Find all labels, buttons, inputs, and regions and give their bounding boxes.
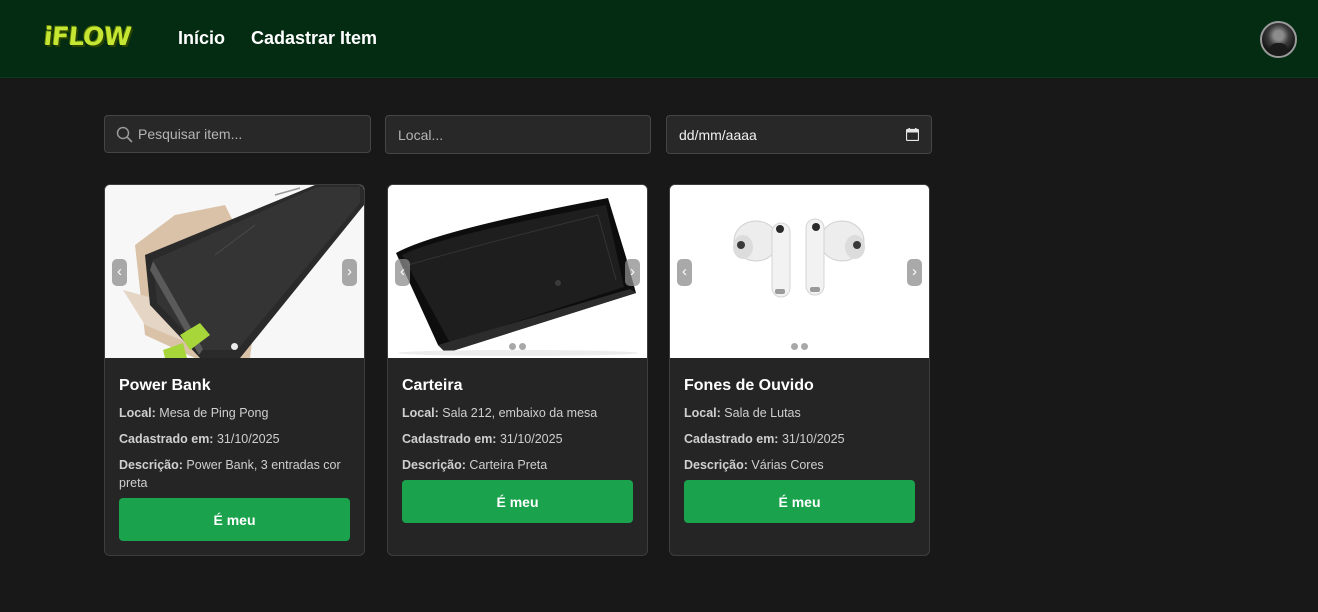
carousel-indicators — [388, 343, 647, 351]
item-card: ‹ › Power Bank Local: Mesa de Ping Pong … — [104, 184, 365, 556]
search-input[interactable] — [138, 116, 363, 152]
claim-item-button[interactable]: É meu — [119, 498, 350, 541]
local-value: Sala de Lutas — [724, 406, 801, 420]
item-description: Descrição: Carteira Preta — [402, 456, 634, 474]
registered-value: 31/10/2025 — [216, 432, 280, 446]
item-title: Carteira — [402, 377, 463, 394]
item-title: Power Bank — [119, 377, 211, 394]
local-label: Local: — [402, 406, 439, 420]
wallet-image — [388, 185, 647, 358]
carousel-dot[interactable] — [231, 343, 238, 350]
item-description: Descrição: Várias Cores — [684, 456, 916, 474]
earbuds-image — [670, 185, 929, 358]
carousel-prev-button[interactable]: ‹ — [395, 259, 410, 286]
description-label: Descrição: — [402, 458, 466, 472]
item-title: Fones de Ouvido — [684, 377, 814, 394]
carousel-dot[interactable] — [801, 343, 808, 350]
carousel-next-button[interactable]: › — [907, 259, 922, 286]
calendar-icon[interactable] — [906, 128, 919, 141]
carousel-dot[interactable] — [791, 343, 798, 350]
carousel-indicators — [105, 343, 364, 351]
description-value: Carteira Preta — [469, 458, 548, 472]
registered-label: Cadastrado em: — [684, 432, 779, 446]
item-local: Local: Sala de Lutas — [684, 404, 916, 422]
carousel-dot[interactable] — [519, 343, 526, 350]
item-registered: Cadastrado em: 31/10/2025 — [119, 430, 351, 448]
navbar: iFLOW Início Cadastrar Item — [0, 0, 1318, 78]
nav-link-home[interactable]: Início — [178, 28, 225, 49]
search-field — [104, 115, 371, 153]
carousel-indicators — [670, 343, 929, 351]
local-field — [385, 115, 651, 154]
date-field[interactable]: dd/mm/aaaa — [666, 115, 932, 154]
carousel-next-button[interactable]: › — [625, 259, 640, 286]
local-value: Sala 212, embaixo da mesa — [442, 406, 598, 420]
logo[interactable]: iFLOW — [42, 22, 132, 51]
claim-item-button[interactable]: É meu — [402, 480, 633, 523]
power-bank-image — [105, 185, 364, 358]
item-registered: Cadastrado em: 31/10/2025 — [402, 430, 634, 448]
description-label: Descrição: — [119, 458, 183, 472]
item-card: ‹ › Fones de Ouvido Local: Sala de Lutas… — [669, 184, 930, 556]
local-label: Local: — [684, 406, 721, 420]
carousel-dot[interactable] — [509, 343, 516, 350]
item-local: Local: Sala 212, embaixo da mesa — [402, 404, 634, 422]
item-card: ‹ › Carteira Local: Sala 212, embaixo da… — [387, 184, 648, 556]
description-value: Várias Cores — [751, 458, 824, 472]
item-image-carousel: ‹ › — [670, 185, 929, 358]
avatar[interactable] — [1260, 21, 1297, 58]
registered-value: 31/10/2025 — [499, 432, 563, 446]
carousel-prev-button[interactable]: ‹ — [112, 259, 127, 286]
date-input[interactable]: dd/mm/aaaa — [679, 127, 757, 143]
local-label: Local: — [119, 406, 156, 420]
search-icon — [116, 126, 133, 143]
local-input[interactable] — [398, 116, 643, 153]
carousel-next-button[interactable]: › — [342, 259, 357, 286]
registered-value: 31/10/2025 — [781, 432, 845, 446]
registered-label: Cadastrado em: — [119, 432, 214, 446]
item-description: Descrição: Power Bank, 3 entradas cor pr… — [119, 456, 351, 492]
claim-item-button[interactable]: É meu — [684, 480, 915, 523]
carousel-prev-button[interactable]: ‹ — [677, 259, 692, 286]
description-label: Descrição: — [684, 458, 748, 472]
nav-link-register-item[interactable]: Cadastrar Item — [251, 28, 377, 49]
item-local: Local: Mesa de Ping Pong — [119, 404, 351, 422]
local-value: Mesa de Ping Pong — [159, 406, 269, 420]
item-image-carousel: ‹ › — [388, 185, 647, 358]
registered-label: Cadastrado em: — [402, 432, 497, 446]
item-registered: Cadastrado em: 31/10/2025 — [684, 430, 916, 448]
item-image-carousel: ‹ › — [105, 185, 364, 358]
